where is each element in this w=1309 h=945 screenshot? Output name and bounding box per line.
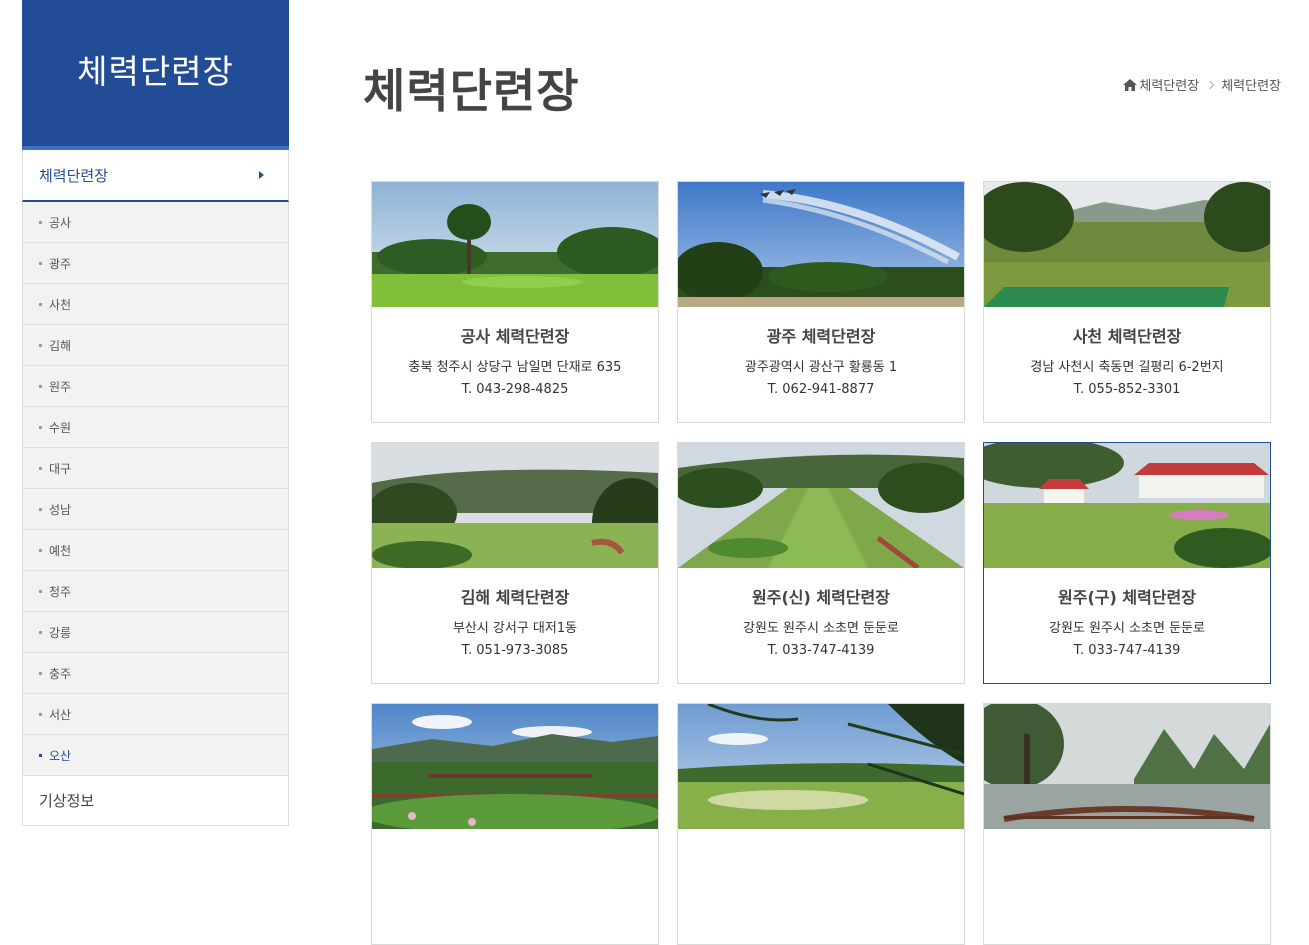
facility-phone: T. 033-747-4139	[1073, 643, 1181, 658]
caret-right-icon	[259, 171, 264, 179]
sidebar-item-weather[interactable]: 기상정보	[22, 776, 289, 826]
sidebar-sub-item[interactable]: 청주	[23, 571, 288, 612]
facility-card[interactable]: 원주(구) 체력단련장 강원도 원주시 소초면 둔둔로 T. 033-747-4…	[983, 442, 1271, 684]
facility-card[interactable]	[677, 703, 965, 945]
page-title: 체력단련장	[363, 64, 580, 118]
bullet-icon	[39, 507, 42, 511]
bullet-icon	[39, 712, 42, 716]
bullet-icon	[39, 589, 42, 593]
facility-grid: 공사 체력단련장 충북 청주시 상당구 남일면 단재로 635 T. 043-2…	[371, 181, 1271, 945]
facility-name: 원주(신) 체력단련장	[752, 588, 890, 607]
sidebar-sub-item[interactable]: 사천	[23, 284, 288, 325]
bullet-icon	[39, 384, 42, 388]
breadcrumb-item[interactable]: 체력단련장	[1139, 75, 1199, 94]
facility-card[interactable]	[983, 703, 1271, 945]
facility-name: 광주 체력단련장	[766, 327, 876, 346]
sidebar-sub-item[interactable]: 대구	[23, 448, 288, 489]
facility-card[interactable]: 공사 체력단련장 충북 청주시 상당구 남일면 단재로 635 T. 043-2…	[371, 181, 659, 423]
bullet-icon	[39, 671, 42, 675]
facility-phone: T. 062-941-8877	[767, 382, 875, 397]
sidebar-sub-list: 공사 광주 사천 김해 원주 수원 대구 성남 예천 청주 강릉 충주 서산 오…	[22, 202, 289, 776]
home-icon[interactable]	[1123, 78, 1138, 91]
bullet-icon	[39, 630, 42, 634]
facility-name: 공사 체력단련장	[460, 327, 570, 346]
sidebar-sub-item[interactable]: 공사	[23, 202, 288, 243]
facility-name: 김해 체력단련장	[460, 588, 570, 607]
bullet-icon	[39, 302, 42, 306]
sidebar-sub-item[interactable]: 수원	[23, 407, 288, 448]
facility-photo	[678, 443, 964, 568]
facility-card[interactable]: 원주(신) 체력단련장 강원도 원주시 소초면 둔둔로 T. 033-747-4…	[677, 442, 965, 684]
facility-photo	[984, 704, 1270, 829]
facility-card[interactable]: 광주 체력단련장 광주광역시 광산구 황룡동 1 T. 062-941-8877	[677, 181, 965, 423]
facility-address: 강원도 원주시 소초면 둔둔로	[743, 621, 899, 636]
sidebar-sub-item[interactable]: 서산	[23, 694, 288, 735]
sidebar-sub-item[interactable]: 김해	[23, 325, 288, 366]
sidebar-item-label: 체력단련장	[39, 166, 109, 185]
sidebar-header: 체력단련장	[22, 0, 289, 150]
facility-address: 부산시 강서구 대저1동	[452, 621, 578, 636]
facility-card[interactable]: 사천 체력단련장 경남 사천시 축동면 길평리 6-2번지 T. 055-852…	[983, 181, 1271, 423]
facility-name: 사천 체력단련장	[1072, 327, 1182, 346]
sidebar-sub-item[interactable]: 예천	[23, 530, 288, 571]
sidebar-sub-item-current[interactable]: 오산	[23, 735, 288, 776]
facility-address: 경남 사천시 축동면 길평리 6-2번지	[1030, 360, 1224, 375]
facility-photo	[372, 704, 658, 829]
chevron-right-icon	[1205, 80, 1215, 89]
breadcrumb: 체력단련장 체력단련장	[1123, 75, 1281, 94]
bullet-icon	[39, 466, 42, 470]
sidebar-item-active[interactable]: 체력단련장	[22, 150, 289, 202]
bullet-icon	[39, 220, 42, 224]
bullet-icon	[39, 548, 42, 552]
sidebar: 체력단련장 체력단련장 공사 광주 사천 김해 원주 수원 대구 성남 예천 청…	[22, 0, 289, 836]
facility-photo	[372, 182, 658, 307]
facility-card[interactable]: 김해 체력단련장 부산시 강서구 대저1동 T. 051-973-3085	[371, 442, 659, 684]
breadcrumb-item[interactable]: 체력단련장	[1221, 75, 1281, 94]
sidebar-sub-item[interactable]: 충주	[23, 653, 288, 694]
bullet-icon	[39, 261, 42, 265]
facility-photo	[372, 443, 658, 568]
facility-card[interactable]	[371, 703, 659, 945]
sidebar-sub-item[interactable]: 성남	[23, 489, 288, 530]
facility-address: 충북 청주시 상당구 남일면 단재로 635	[408, 360, 622, 375]
sidebar-title: 체력단련장	[77, 52, 234, 91]
sidebar-sub-item[interactable]: 광주	[23, 243, 288, 284]
bullet-icon	[39, 343, 42, 347]
bullet-icon	[39, 425, 42, 429]
sidebar-sub-item[interactable]: 원주	[23, 366, 288, 407]
bullet-icon	[39, 753, 42, 757]
facility-photo	[984, 182, 1270, 307]
facility-phone: T. 055-852-3301	[1073, 382, 1181, 397]
facility-address: 광주광역시 광산구 황룡동 1	[744, 360, 898, 375]
facility-address: 강원도 원주시 소초면 둔둔로	[1049, 621, 1205, 636]
facility-phone: T. 051-973-3085	[461, 643, 569, 658]
facility-photo	[678, 704, 964, 829]
facility-phone: T. 033-747-4139	[767, 643, 875, 658]
facility-photo	[678, 182, 964, 307]
facility-photo	[984, 443, 1270, 568]
facility-name: 원주(구) 체력단련장	[1058, 588, 1196, 607]
sidebar-sub-item[interactable]: 강릉	[23, 612, 288, 653]
facility-phone: T. 043-298-4825	[461, 382, 569, 397]
